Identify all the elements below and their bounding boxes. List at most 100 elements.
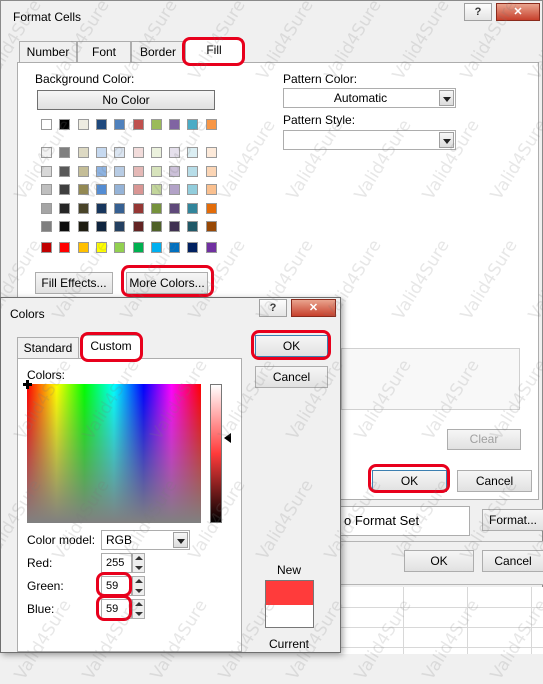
palette-swatch[interactable]	[187, 165, 199, 177]
cancel-button[interactable]: Cancel	[457, 470, 532, 492]
palette-swatch[interactable]	[205, 147, 217, 158]
color-spectrum[interactable]	[23, 380, 201, 523]
close-button[interactable]: ✕	[496, 3, 540, 21]
palette-swatch[interactable]	[59, 165, 71, 177]
colors-close-button[interactable]: ✕	[291, 299, 336, 317]
red-spinner-icon[interactable]	[132, 553, 145, 573]
standard-color-swatch[interactable]	[114, 242, 126, 253]
palette-swatch[interactable]	[77, 202, 89, 214]
fill-effects-button[interactable]: Fill Effects...	[35, 272, 113, 294]
palette-swatch[interactable]	[132, 165, 144, 177]
green-spinner-icon[interactable]	[132, 576, 145, 596]
blue-input[interactable]: 59	[101, 599, 132, 619]
palette-swatch[interactable]	[169, 147, 181, 158]
palette-swatch[interactable]	[187, 184, 199, 195]
palette-swatch[interactable]	[114, 165, 126, 177]
palette-swatch[interactable]	[41, 202, 52, 214]
palette-swatch[interactable]	[59, 119, 71, 130]
palette-swatch[interactable]	[150, 221, 162, 232]
tab-number[interactable]: Number	[19, 41, 77, 63]
chevron-down-icon[interactable]	[439, 132, 454, 148]
color-model-select[interactable]: RGB	[101, 530, 190, 550]
palette-swatch[interactable]	[132, 147, 144, 158]
standard-color-swatch[interactable]	[150, 242, 162, 253]
palette-swatch[interactable]	[95, 119, 107, 130]
palette-swatch[interactable]	[41, 165, 52, 177]
red-input[interactable]: 255	[101, 553, 132, 573]
more-colors-button[interactable]: More Colors...	[126, 272, 208, 294]
palette-swatch[interactable]	[59, 147, 71, 158]
palette-swatch[interactable]	[187, 147, 199, 158]
palette-swatch[interactable]	[205, 221, 217, 232]
palette-swatch[interactable]	[77, 119, 89, 130]
luminance-bar[interactable]	[210, 384, 222, 523]
palette-swatch[interactable]	[77, 165, 89, 177]
standard-color-swatch[interactable]	[41, 242, 52, 253]
standard-color-swatch[interactable]	[95, 242, 107, 253]
palette-swatch[interactable]	[59, 184, 71, 195]
palette-swatch[interactable]	[59, 221, 71, 232]
palette-swatch[interactable]	[132, 221, 144, 232]
palette-swatch[interactable]	[187, 119, 199, 130]
palette-swatch[interactable]	[169, 221, 181, 232]
palette-swatch[interactable]	[59, 202, 71, 214]
palette-swatch[interactable]	[205, 119, 217, 130]
palette-swatch[interactable]	[132, 184, 144, 195]
palette-swatch[interactable]	[205, 165, 217, 177]
clear-button[interactable]: Clear	[447, 429, 521, 450]
ok-button[interactable]: OK	[372, 470, 447, 492]
standard-color-swatch[interactable]	[187, 242, 199, 253]
palette-swatch[interactable]	[205, 202, 217, 214]
palette-swatch[interactable]	[114, 119, 126, 130]
palette-swatch[interactable]	[169, 184, 181, 195]
palette-swatch[interactable]	[132, 119, 144, 130]
standard-color-swatch[interactable]	[59, 242, 71, 253]
tab-fill[interactable]: Fill	[185, 39, 243, 63]
palette-swatch[interactable]	[205, 184, 217, 195]
palette-swatch[interactable]	[150, 202, 162, 214]
pattern-style-select[interactable]	[283, 130, 456, 150]
green-input[interactable]: 59	[101, 576, 132, 596]
palette-swatch[interactable]	[114, 221, 126, 232]
palette-swatch[interactable]	[41, 184, 52, 195]
palette-swatch[interactable]	[77, 221, 89, 232]
luminance-arrow-icon[interactable]	[224, 433, 231, 443]
palette-swatch[interactable]	[169, 119, 181, 130]
palette-swatch[interactable]	[41, 119, 52, 130]
palette-swatch[interactable]	[95, 202, 107, 214]
palette-swatch[interactable]	[114, 184, 126, 195]
palette-swatch[interactable]	[77, 147, 89, 158]
palette-swatch[interactable]	[150, 119, 162, 130]
standard-color-swatch[interactable]	[169, 242, 181, 253]
rule-ok-button[interactable]: OK	[404, 550, 474, 572]
blue-spinner-icon[interactable]	[132, 599, 145, 619]
colors-cancel-button[interactable]: Cancel	[255, 366, 328, 388]
standard-color-swatch[interactable]	[77, 242, 89, 253]
palette-swatch[interactable]	[187, 221, 199, 232]
palette-swatch[interactable]	[114, 202, 126, 214]
palette-swatch[interactable]	[150, 147, 162, 158]
palette-swatch[interactable]	[132, 202, 144, 214]
palette-swatch[interactable]	[114, 147, 126, 158]
chevron-down-icon[interactable]	[439, 90, 454, 106]
colors-help-button[interactable]: ?	[259, 299, 287, 317]
palette-swatch[interactable]	[41, 147, 52, 158]
palette-swatch[interactable]	[77, 184, 89, 195]
help-button[interactable]: ?	[464, 3, 492, 21]
palette-swatch[interactable]	[95, 221, 107, 232]
format-button[interactable]: Format...	[482, 509, 543, 531]
palette-swatch[interactable]	[95, 165, 107, 177]
colors-ok-button[interactable]: OK	[255, 335, 328, 357]
palette-swatch[interactable]	[95, 184, 107, 195]
no-color-button[interactable]: No Color	[37, 90, 215, 110]
palette-swatch[interactable]	[169, 202, 181, 214]
palette-swatch[interactable]	[169, 165, 181, 177]
palette-swatch[interactable]	[95, 147, 107, 158]
standard-color-swatch[interactable]	[132, 242, 144, 253]
tab-border[interactable]: Border	[131, 41, 185, 63]
tab-font[interactable]: Font	[77, 41, 131, 63]
standard-color-swatch[interactable]	[205, 242, 217, 253]
tab-standard[interactable]: Standard	[17, 337, 79, 359]
pattern-color-select[interactable]: Automatic	[283, 88, 456, 108]
palette-swatch[interactable]	[41, 221, 52, 232]
